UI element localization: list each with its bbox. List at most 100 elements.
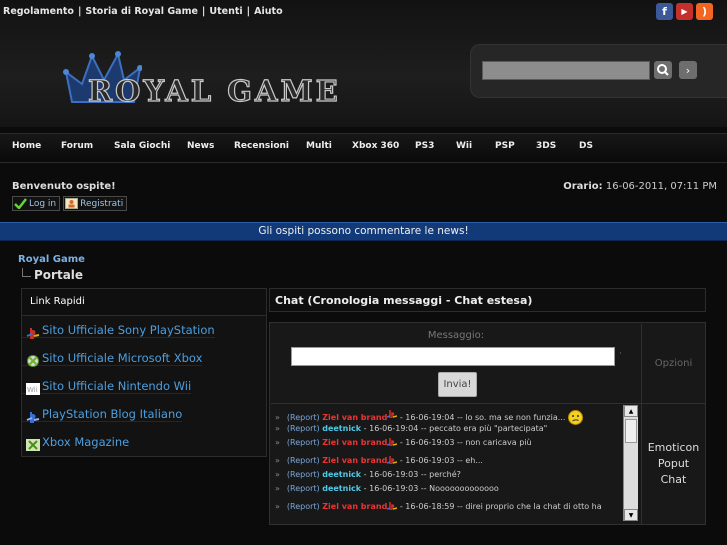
- top-link-storia[interactable]: Storia di Royal Game: [85, 6, 198, 17]
- top-links: Regolamento | Storia di Royal Game | Utenti |…: [3, 6, 283, 17]
- report-link[interactable]: (Report): [287, 470, 320, 479]
- scroll-up-icon[interactable]: ▲: [624, 405, 638, 417]
- quick-link-sony[interactable]: Sito Ufficiale Sony PlayStation: [22, 323, 215, 339]
- quick-links-title: Link Rapidi: [22, 289, 266, 316]
- quick-link-wii[interactable]: Wii Sito Ufficiale Nintendo Wii: [22, 379, 192, 395]
- quick-links-panel: Link Rapidi Sito Ufficiale Sony PlayStat…: [21, 288, 267, 457]
- playstation-icon: [26, 328, 40, 339]
- chat-text: perché?: [429, 470, 461, 479]
- chat-options[interactable]: Opzioni: [642, 324, 705, 404]
- chat-message: » (Report) Ziel van brand - 16-06-18:59 -…: [275, 502, 602, 511]
- quick-link-xbox[interactable]: Sito Ufficiale Microsoft Xbox: [22, 351, 203, 367]
- register-button[interactable]: Registrati: [63, 196, 128, 211]
- emoticon-label-line: Emoticon: [647, 441, 700, 454]
- social-links: f ▶ ): [656, 3, 713, 20]
- top-link-aiuto[interactable]: Aiuto: [254, 6, 282, 17]
- chat-bullet: »: [275, 456, 280, 465]
- chat-username[interactable]: deetnick: [322, 470, 361, 479]
- nav-ps3[interactable]: PS3: [415, 141, 434, 151]
- top-link-utenti[interactable]: Utenti: [209, 6, 242, 17]
- chat-username[interactable]: Ziel van brand: [322, 438, 387, 447]
- quick-link-label: Sito Ufficiale Microsoft Xbox: [42, 351, 203, 365]
- playstation-icon: [387, 456, 398, 464]
- site-logo[interactable]: ROYAL GAME: [62, 50, 342, 109]
- report-link[interactable]: (Report): [287, 413, 320, 422]
- nav-forum[interactable]: Forum: [61, 141, 93, 151]
- site-header: Regolamento | Storia di Royal Game | Utenti |…: [0, 0, 727, 127]
- nav-sala-giochi[interactable]: Sala Giochi: [114, 141, 170, 151]
- nav-xbox360[interactable]: Xbox 360: [352, 141, 399, 151]
- breadcrumb-root[interactable]: Royal Game: [18, 254, 85, 265]
- nav-3ds[interactable]: 3DS: [536, 141, 556, 151]
- top-link-regolamento[interactable]: Regolamento: [3, 6, 74, 17]
- search-input[interactable]: [482, 61, 650, 80]
- chat-bullet: »: [275, 413, 280, 422]
- svg-text:Wii: Wii: [27, 386, 38, 394]
- quick-link-label: PlayStation Blog Italiano: [42, 407, 183, 421]
- report-link[interactable]: (Report): [287, 502, 320, 511]
- quick-link-label: Sito Ufficiale Sony PlayStation: [42, 323, 215, 337]
- playstation-icon: [26, 412, 40, 423]
- nav-wii[interactable]: Wii: [456, 141, 472, 151]
- chat-box: Messaggio: · Invia! Opzioni » (Report) Zi…: [269, 322, 706, 525]
- quick-link-label: Xbox Magazine: [42, 435, 130, 449]
- chat-username[interactable]: Ziel van brand: [322, 413, 387, 422]
- clock: Orario: 16-06-2011, 07:11 PM: [563, 181, 717, 192]
- chat-username[interactable]: deetnick: [322, 484, 361, 493]
- chat-time: 16-06-19:04: [369, 424, 419, 433]
- search-button[interactable]: [654, 61, 672, 79]
- send-button[interactable]: Invia!: [438, 372, 477, 397]
- welcome-text: Benvenuto ospite!: [12, 181, 116, 192]
- report-link[interactable]: (Report): [287, 456, 320, 465]
- xbox-icon: [27, 355, 39, 367]
- nav-ds[interactable]: DS: [579, 141, 593, 151]
- quick-link-xbox-magazine[interactable]: Xbox Magazine: [22, 435, 130, 451]
- top-link-separator: |: [77, 6, 82, 17]
- youtube-icon[interactable]: ▶: [676, 3, 693, 20]
- chat-scrollbar[interactable]: ▲ ▼: [623, 405, 638, 521]
- search-icon: [657, 64, 669, 76]
- nav-news[interactable]: News: [187, 141, 214, 151]
- facebook-icon[interactable]: f: [656, 3, 673, 20]
- emoticon-label-line: Chat: [660, 473, 687, 486]
- chat-message: » (Report) Ziel van brand - 16-06-19:03 -…: [275, 456, 483, 465]
- nav-psp[interactable]: PSP: [495, 141, 515, 151]
- quick-link-ps-blog[interactable]: PlayStation Blog Italiano: [22, 407, 183, 423]
- chat-username[interactable]: Ziel van brand: [322, 502, 387, 511]
- chat-time: 16-06-19:03: [405, 438, 455, 447]
- report-link[interactable]: (Report): [287, 424, 320, 433]
- chat-bullet: »: [275, 470, 280, 479]
- report-link[interactable]: (Report): [287, 484, 320, 493]
- rss-icon[interactable]: ): [696, 3, 713, 20]
- chat-text: eh...: [465, 456, 483, 465]
- playstation-icon: [387, 438, 398, 446]
- message-input[interactable]: [291, 347, 615, 366]
- chat-messages: » (Report) Ziel van brand - 16-06-19:04 -…: [271, 404, 642, 524]
- nav-recensioni[interactable]: Recensioni: [234, 141, 289, 151]
- playstation-icon: [387, 410, 398, 418]
- chat-text: Nooooooooooooo: [429, 484, 499, 493]
- message-marker: ·: [619, 349, 622, 359]
- clock-value: 16-06-2011, 07:11 PM: [605, 181, 717, 192]
- chat-bullet: »: [275, 502, 280, 511]
- chat-message: » (Report) deetnick - 16-06-19:04 -- pecc…: [275, 424, 548, 433]
- login-button[interactable]: Log in: [12, 196, 61, 211]
- main-nav: Home Forum Sala Giochi News Recensioni M…: [0, 133, 727, 163]
- wii-icon: Wii: [26, 383, 40, 395]
- xbox-icon: [26, 439, 40, 451]
- nav-multi[interactable]: Multi: [306, 141, 332, 151]
- emoticon-popup-link[interactable]: Emoticon Poput Chat: [642, 404, 705, 524]
- go-button[interactable]: ›: [679, 61, 697, 79]
- chat-username[interactable]: Ziel van brand: [322, 456, 387, 465]
- chat-username[interactable]: deetnick: [322, 424, 361, 433]
- chat-message: » (Report) deetnick - 16-06-19:03 -- perc…: [275, 470, 461, 479]
- chat-time: 16-06-18:59: [405, 502, 455, 511]
- chat-text: peccato era più "partecipata": [429, 424, 548, 433]
- chat-time: 16-06-19:03: [369, 484, 419, 493]
- scroll-thumb[interactable]: [625, 419, 637, 443]
- report-link[interactable]: (Report): [287, 438, 320, 447]
- nav-home[interactable]: Home: [12, 141, 41, 151]
- user-card-icon: [65, 198, 79, 209]
- scroll-down-icon[interactable]: ▼: [624, 509, 638, 521]
- chat-bullet: »: [275, 484, 280, 493]
